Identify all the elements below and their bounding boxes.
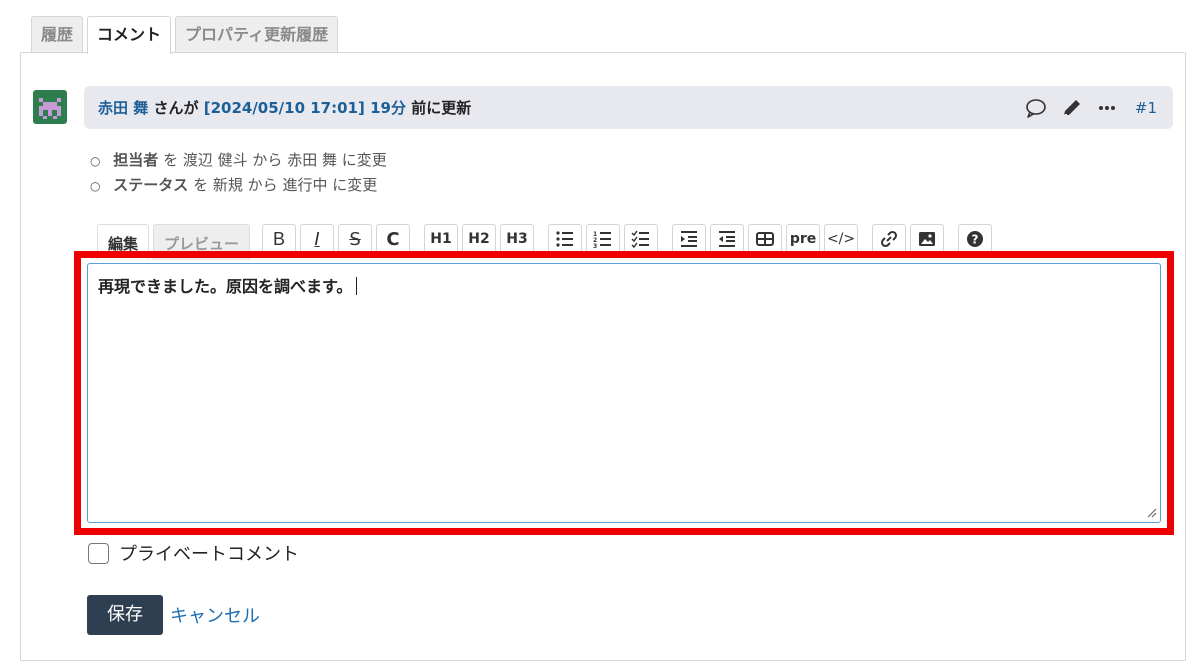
h1-button[interactable]: H1	[424, 224, 459, 254]
bullet-list-button[interactable]	[548, 224, 583, 254]
inline-code-button[interactable]: </>	[824, 224, 859, 254]
outdent-icon	[719, 231, 736, 247]
link-button[interactable]	[872, 224, 907, 254]
journal-text: さんが	[153, 99, 199, 117]
numbered-list-icon: 123	[593, 231, 612, 249]
svg-text:3: 3	[593, 243, 597, 249]
tab-edit[interactable]: 編集	[97, 224, 150, 260]
tab-preview[interactable]: プレビュー	[153, 224, 251, 260]
table-button[interactable]	[748, 224, 783, 254]
journal-ago-link[interactable]: 19分	[370, 97, 406, 118]
h2-button[interactable]: H2	[462, 224, 497, 254]
resize-grip-icon[interactable]	[1145, 506, 1157, 518]
tab-comments[interactable]: コメント	[87, 16, 172, 54]
bullet-list-icon	[556, 231, 574, 247]
history-tabs: 履歴 コメント プロパティ更新履歴	[31, 16, 342, 54]
private-note-label: プライベートコメント	[119, 544, 299, 565]
image-button[interactable]	[910, 224, 945, 254]
save-button[interactable]: 保存	[87, 595, 163, 635]
task-list-button[interactable]	[624, 224, 659, 254]
journal-actions: #1	[1025, 86, 1157, 129]
journal-number-link[interactable]: #1	[1135, 99, 1157, 117]
help-icon: ?	[967, 231, 984, 247]
detail-item: 担当者 を 渡辺 健斗 から 赤田 舞 に変更	[90, 148, 387, 173]
strikethrough-button[interactable]: S	[338, 224, 373, 254]
tab-history[interactable]: 履歴	[31, 16, 84, 53]
journal-details: 担当者 を 渡辺 健斗 から 赤田 舞 に変更 ステータス を 新規 から 進行…	[90, 148, 387, 198]
editor-toolbar: 編集 プレビュー B I S C H1 H2 H3 123 pre </> ?	[97, 224, 996, 260]
pencil-icon[interactable]	[1061, 98, 1083, 118]
code-button[interactable]: C	[376, 224, 411, 254]
private-note-checkbox[interactable]	[88, 542, 109, 564]
pre-button[interactable]: pre	[786, 224, 821, 254]
private-note-option[interactable]: プライベートコメント	[88, 540, 299, 566]
table-icon	[756, 232, 775, 246]
text-caret	[356, 277, 358, 295]
avatar	[33, 90, 67, 124]
detail-item: ステータス を 新規 から 進行中 に変更	[90, 173, 387, 198]
italic-button[interactable]: I	[300, 224, 335, 254]
image-icon	[919, 232, 936, 246]
svg-text:?: ?	[972, 233, 979, 247]
numbered-list-button[interactable]: 123	[586, 224, 621, 254]
checklist-icon	[631, 230, 650, 249]
indent-icon	[681, 231, 698, 247]
comment-icon[interactable]	[1025, 98, 1047, 118]
bold-button[interactable]: B	[262, 224, 297, 254]
outdent-button[interactable]	[710, 224, 745, 254]
more-icon[interactable]	[1097, 98, 1117, 118]
journal-header: 赤田 舞 さんが [2024/05/10 17:01] 19分 前に更新 #1	[84, 86, 1173, 129]
journal-user-link[interactable]: 赤田 舞	[98, 97, 148, 118]
link-icon	[881, 230, 898, 248]
indent-button[interactable]	[672, 224, 707, 254]
comment-textarea[interactable]: 再現できました。原因を調べます。	[87, 263, 1161, 523]
tab-property-changes[interactable]: プロパティ更新履歴	[175, 16, 339, 53]
journal-timestamp-link[interactable]: [2024/05/10 17:01]	[204, 99, 365, 117]
help-button[interactable]: ?	[958, 224, 993, 254]
cancel-link[interactable]: キャンセル	[170, 602, 260, 628]
h3-button[interactable]: H3	[500, 224, 535, 254]
journal-suffix: 前に更新	[411, 99, 472, 117]
